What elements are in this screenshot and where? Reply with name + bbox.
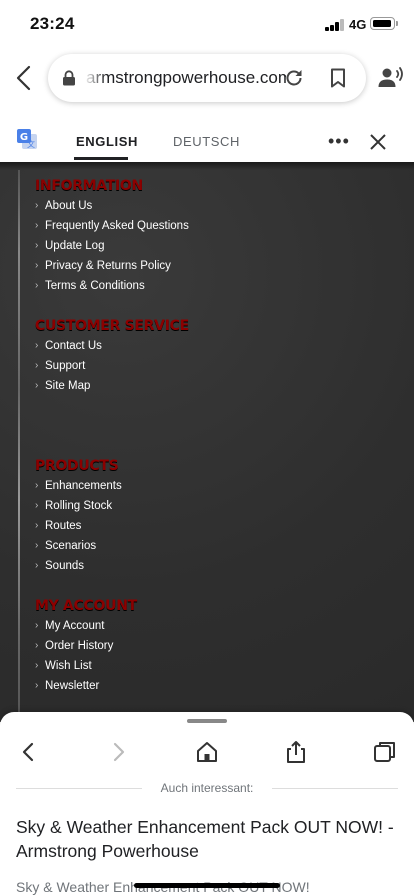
status-time: 23:24 — [30, 14, 75, 33]
footer-link[interactable]: › Terms & Conditions — [35, 276, 189, 296]
chevron-right-icon: › — [35, 360, 39, 371]
url-fade — [84, 64, 106, 92]
drag-handle[interactable] — [187, 719, 227, 723]
footer-link[interactable]: › Newsletter — [35, 676, 137, 696]
footer-link[interactable]: › Order History — [35, 636, 137, 656]
footer-link-label: Contact Us — [45, 340, 102, 352]
address-bar-row: armstrongpowerhouse.com — [0, 50, 414, 110]
footer-link-label: Enhancements — [45, 480, 122, 492]
footer-link[interactable]: › Frequently Asked Questions — [35, 216, 189, 236]
footer-link-label: Terms & Conditions — [45, 280, 145, 292]
lock-icon — [63, 70, 75, 86]
footer-link-label: Frequently Asked Questions — [45, 220, 189, 232]
translate-bar: G 文 ENGLISH DEUTSCH ••• — [0, 110, 414, 162]
chevron-right-icon: › — [35, 280, 39, 291]
chevron-right-icon: › — [35, 640, 39, 651]
chevron-right-icon: › — [35, 540, 39, 551]
footer-link[interactable]: › Site Map — [35, 376, 189, 396]
footer-link[interactable]: › Enhancements — [35, 476, 122, 496]
chevron-right-icon: › — [35, 220, 39, 231]
footer-link-label: Site Map — [45, 380, 91, 392]
google-translate-icon: G 文 — [17, 129, 37, 149]
battery-icon — [370, 17, 398, 30]
url-bar[interactable]: armstrongpowerhouse.com — [48, 54, 366, 102]
footer-link[interactable]: › Update Log — [35, 236, 189, 256]
footer-link[interactable]: › Support — [35, 356, 189, 376]
footer-link[interactable]: › Scenarios — [35, 536, 122, 556]
network-type: 4G — [349, 17, 367, 32]
signal-bars-icon — [325, 19, 345, 31]
footer-link-label: About Us — [45, 200, 93, 212]
chevron-right-icon: › — [35, 680, 39, 691]
chevron-right-icon: › — [35, 660, 39, 671]
home-icon[interactable] — [195, 740, 219, 764]
back-arrow-icon[interactable] — [17, 740, 41, 764]
section-title: PRODUCTS — [35, 458, 119, 474]
footer-link-label: Order History — [45, 640, 114, 652]
footer-link-label: Wish List — [45, 660, 92, 672]
chevron-right-icon: › — [35, 260, 39, 271]
footer-link[interactable]: › Rolling Stock — [35, 496, 122, 516]
footer-section-my-account: MY ACCOUNT › My Account › Order History › W… — [35, 596, 137, 696]
footer-link-label: Newsletter — [45, 680, 100, 692]
footer-link-label: Rolling Stock — [45, 500, 113, 512]
footer-link[interactable]: › About Us — [35, 196, 189, 216]
share-icon[interactable] — [284, 740, 308, 764]
chevron-left-icon[interactable] — [12, 64, 36, 92]
tab-deutsch[interactable]: DEUTSCH — [173, 134, 240, 149]
page-content: INFORMATION › About Us › Frequently Asked … — [0, 162, 414, 722]
active-tab-indicator — [74, 157, 128, 160]
footer-link[interactable]: › Sounds — [35, 556, 122, 576]
divider — [272, 788, 398, 789]
section-title: CUSTOMER SERVICE — [35, 318, 189, 334]
chevron-right-icon: › — [35, 560, 39, 571]
close-icon[interactable] — [369, 133, 387, 151]
bottom-sheet: Auch interessant: Sky & Weather Enhancem… — [0, 712, 414, 896]
reload-icon[interactable] — [284, 68, 304, 88]
footer-link-label: Update Log — [45, 240, 105, 252]
status-bar: 23:24 4G — [0, 0, 414, 50]
footer-link[interactable]: › Privacy & Returns Policy — [35, 256, 189, 276]
voice-search-icon[interactable] — [378, 66, 404, 90]
forward-arrow-icon[interactable] — [106, 740, 130, 764]
chevron-right-icon: › — [35, 480, 39, 491]
footer-link[interactable]: › Routes — [35, 516, 122, 536]
footer-link[interactable]: › Wish List — [35, 656, 137, 676]
footer-link[interactable]: › My Account — [35, 616, 137, 636]
chevron-right-icon: › — [35, 520, 39, 531]
tabs-icon[interactable] — [373, 740, 397, 764]
section-title: MY ACCOUNT — [35, 598, 137, 614]
footer-link-label: My Account — [45, 620, 105, 632]
footer-link-label: Routes — [45, 520, 82, 532]
related-article-title[interactable]: Sky & Weather Enhancement Pack OUT NOW! … — [16, 815, 406, 863]
svg-text:文: 文 — [27, 139, 35, 149]
section-title: INFORMATION — [35, 178, 143, 194]
more-options-icon[interactable]: ••• — [328, 131, 350, 152]
footer-section-information: INFORMATION › About Us › Frequently Asked … — [35, 176, 189, 296]
chevron-right-icon: › — [35, 380, 39, 391]
footer-link-label: Scenarios — [45, 540, 97, 552]
bookmark-icon[interactable] — [330, 68, 346, 88]
footer-link-label: Sounds — [45, 560, 85, 572]
footer-link[interactable]: › Contact Us — [35, 336, 189, 356]
tab-english[interactable]: ENGLISH — [76, 134, 138, 149]
chevron-right-icon: › — [35, 500, 39, 511]
chevron-right-icon: › — [35, 240, 39, 251]
chevron-right-icon: › — [35, 340, 39, 351]
footer-section-products: PRODUCTS › Enhancements › Rolling Stock › R… — [35, 456, 122, 576]
url-text: armstrongpowerhouse.com — [86, 68, 286, 87]
chevron-right-icon: › — [35, 620, 39, 631]
home-indicator — [134, 883, 280, 888]
chevron-right-icon: › — [35, 200, 39, 211]
footer-link-label: Privacy & Returns Policy — [45, 260, 171, 272]
footer-link-label: Support — [45, 360, 86, 372]
footer-section-customer-service: CUSTOMER SERVICE › Contact Us › Support › S… — [35, 316, 189, 396]
left-divider — [18, 170, 20, 720]
